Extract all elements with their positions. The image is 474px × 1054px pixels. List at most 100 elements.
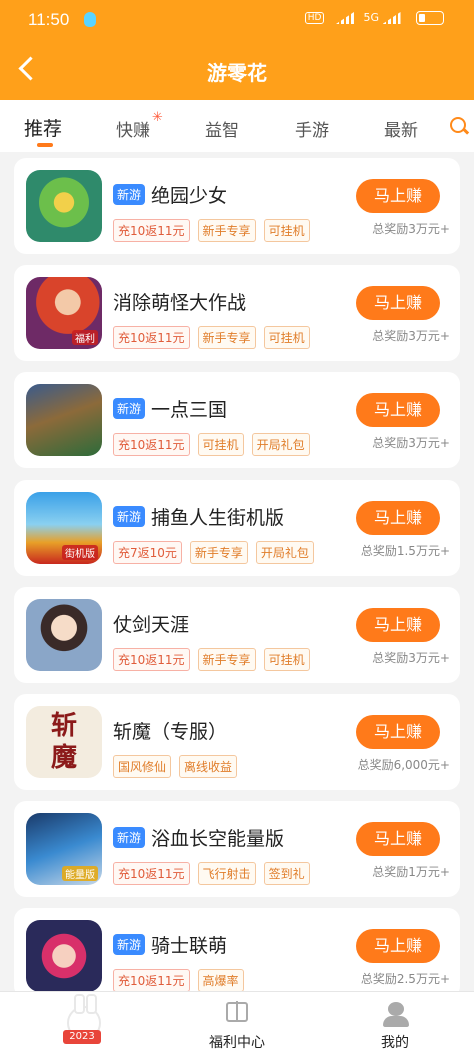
nav-label: 福利中心 [209,1035,265,1051]
tag-list: 充10返11元 飞行射击 签到礼 [113,862,318,885]
tag-list: 国风修仙 离线收益 [113,755,245,778]
tag: 可挂机 [263,648,310,671]
game-name: 骑士联萌 [151,934,228,957]
status-time: 11:50 [28,10,70,29]
earn-now-button[interactable]: 马上赚 [356,822,440,856]
tag: 充7返10元 [113,541,182,564]
earn-now-button[interactable]: 马上赚 [356,715,440,749]
tag: 新手专享 [197,648,256,671]
game-name: 浴血长空能量版 [151,827,285,850]
game-card[interactable]: 新游 绝园少女 充10返11元 新手专享 可挂机 马上赚 总奖励3万元+ [14,158,460,254]
user-icon [388,1002,404,1016]
tag-list: 充10返11元 新手专享 可挂机 [113,326,318,349]
icon-label: 能量版 [62,866,98,881]
earn-now-button[interactable]: 马上赚 [356,929,440,963]
new-badge: 新游 [113,397,146,419]
tag-list: 充10返11元 高爆率 [113,969,252,992]
icon-calligraphy: 斩魔 [50,711,77,773]
game-icon: 斩魔 [26,706,102,778]
search-icon[interactable] [450,117,466,133]
tag: 新手专享 [197,326,256,349]
tag: 国风修仙 [113,755,172,778]
tag: 开局礼包 [251,433,310,456]
new-badge: 新游 [113,933,146,955]
tag: 可挂机 [263,219,310,242]
earn-now-button[interactable]: 马上赚 [356,393,440,427]
game-icon [26,599,102,671]
total-reward: 总奖励3万元+ [372,222,450,236]
game-name: 捕鱼人生街机版 [151,506,285,529]
new-badge: 新游 [113,183,146,205]
game-card[interactable]: 新游 骑士联萌 充10返11元 高爆率 马上赚 总奖励2.5万元+ [14,908,460,998]
tag: 可挂机 [263,326,310,349]
game-card[interactable]: 福利 消除萌怪大作战 充10返11元 新手专享 可挂机 马上赚 总奖励3万元+ [14,265,460,361]
tag: 新手专享 [189,541,248,564]
game-name: 绝园少女 [151,184,228,207]
earn-now-button[interactable]: 马上赚 [356,608,440,642]
game-icon [26,920,102,992]
tag: 开局礼包 [255,541,314,564]
battery-icon [416,11,444,25]
signal-icon [335,12,354,24]
tag: 充10返11元 [113,326,190,349]
game-name: 斩魔（专服） [113,720,228,743]
total-reward: 总奖励3万元+ [372,651,450,665]
total-reward: 总奖励6,000元+ [357,758,450,772]
game-card[interactable]: 能量版 新游 浴血长空能量版 充10返11元 飞行射击 签到礼 马上赚 总奖励1… [14,801,460,897]
tag-list: 充10返11元 可挂机 开局礼包 [113,433,318,456]
game-card[interactable]: 斩魔 斩魔（专服） 国风修仙 离线收益 马上赚 总奖励6,000元+ [14,694,460,790]
game-card[interactable]: 街机版 新游 捕鱼人生街机版 充7返10元 新手专享 开局礼包 马上赚 总奖励1… [14,480,460,576]
tab-latest[interactable]: 最新 [384,116,418,141]
page-title: 游零花 [207,61,267,85]
icon-label: 街机版 [62,545,98,560]
tab-puzzle[interactable]: 益智 [205,116,239,141]
total-reward: 总奖励2.5万元+ [360,972,450,986]
tag-list: 充10返11元 新手专享 可挂机 [113,648,318,671]
sparkle-icon: ✳ [152,110,163,125]
tag: 高爆率 [197,969,244,992]
game-icon [26,170,102,242]
total-reward: 总奖励1.5万元+ [360,544,450,558]
hd-icon: HD [304,12,325,24]
app-bar: 游零花 [0,40,474,100]
nav-home[interactable]: 2023 [57,994,107,1048]
status-bar: 11:50 HD 5G [0,0,474,40]
game-icon [26,384,102,456]
tag: 可挂机 [197,433,244,456]
game-icon: 街机版 [26,492,102,564]
tag: 新手专享 [197,219,256,242]
game-name: 一点三国 [151,398,228,421]
new-badge: 新游 [113,826,146,848]
total-reward: 总奖励3万元+ [372,436,450,450]
total-reward: 总奖励1万元+ [372,865,450,879]
game-card[interactable]: 新游 一点三国 充10返11元 可挂机 开局礼包 马上赚 总奖励3万元+ [14,372,460,468]
game-card[interactable]: 仗剑天涯 充10返11元 新手专享 可挂机 马上赚 总奖励3万元+ [14,587,460,683]
tag: 充10返11元 [113,433,190,456]
gift-icon [226,1001,248,1022]
game-icon: 能量版 [26,813,102,885]
tag-list: 充7返10元 新手专享 开局礼包 [113,541,322,564]
game-icon: 福利 [26,277,102,349]
tag: 充10返11元 [113,969,190,992]
earn-now-button[interactable]: 马上赚 [356,179,440,213]
tag: 充10返11元 [113,648,190,671]
signal-icon-2 [382,12,401,24]
tag-list: 充10返11元 新手专享 可挂机 [113,219,318,242]
system-icons: HD 5G [304,11,444,25]
tag: 飞行射击 [197,862,256,885]
icon-label: 福利 [72,330,98,345]
new-badge: 新游 [113,505,146,527]
5g-label: 5G [363,11,379,24]
qq-notification-icon [84,12,96,27]
tag: 充10返11元 [113,219,190,242]
earn-now-button[interactable]: 马上赚 [356,501,440,535]
tab-mobile-games[interactable]: 手游 [295,116,329,141]
game-name: 消除萌怪大作战 [113,291,247,314]
tab-recommend[interactable]: 推荐 [24,114,62,141]
user-icon-body [383,1016,409,1027]
nav-label: 我的 [381,1035,409,1051]
game-name: 仗剑天涯 [113,613,190,636]
earn-now-button[interactable]: 马上赚 [356,286,440,320]
tag: 充10返11元 [113,862,190,885]
tab-quick-earn[interactable]: 快赚 [116,116,150,141]
